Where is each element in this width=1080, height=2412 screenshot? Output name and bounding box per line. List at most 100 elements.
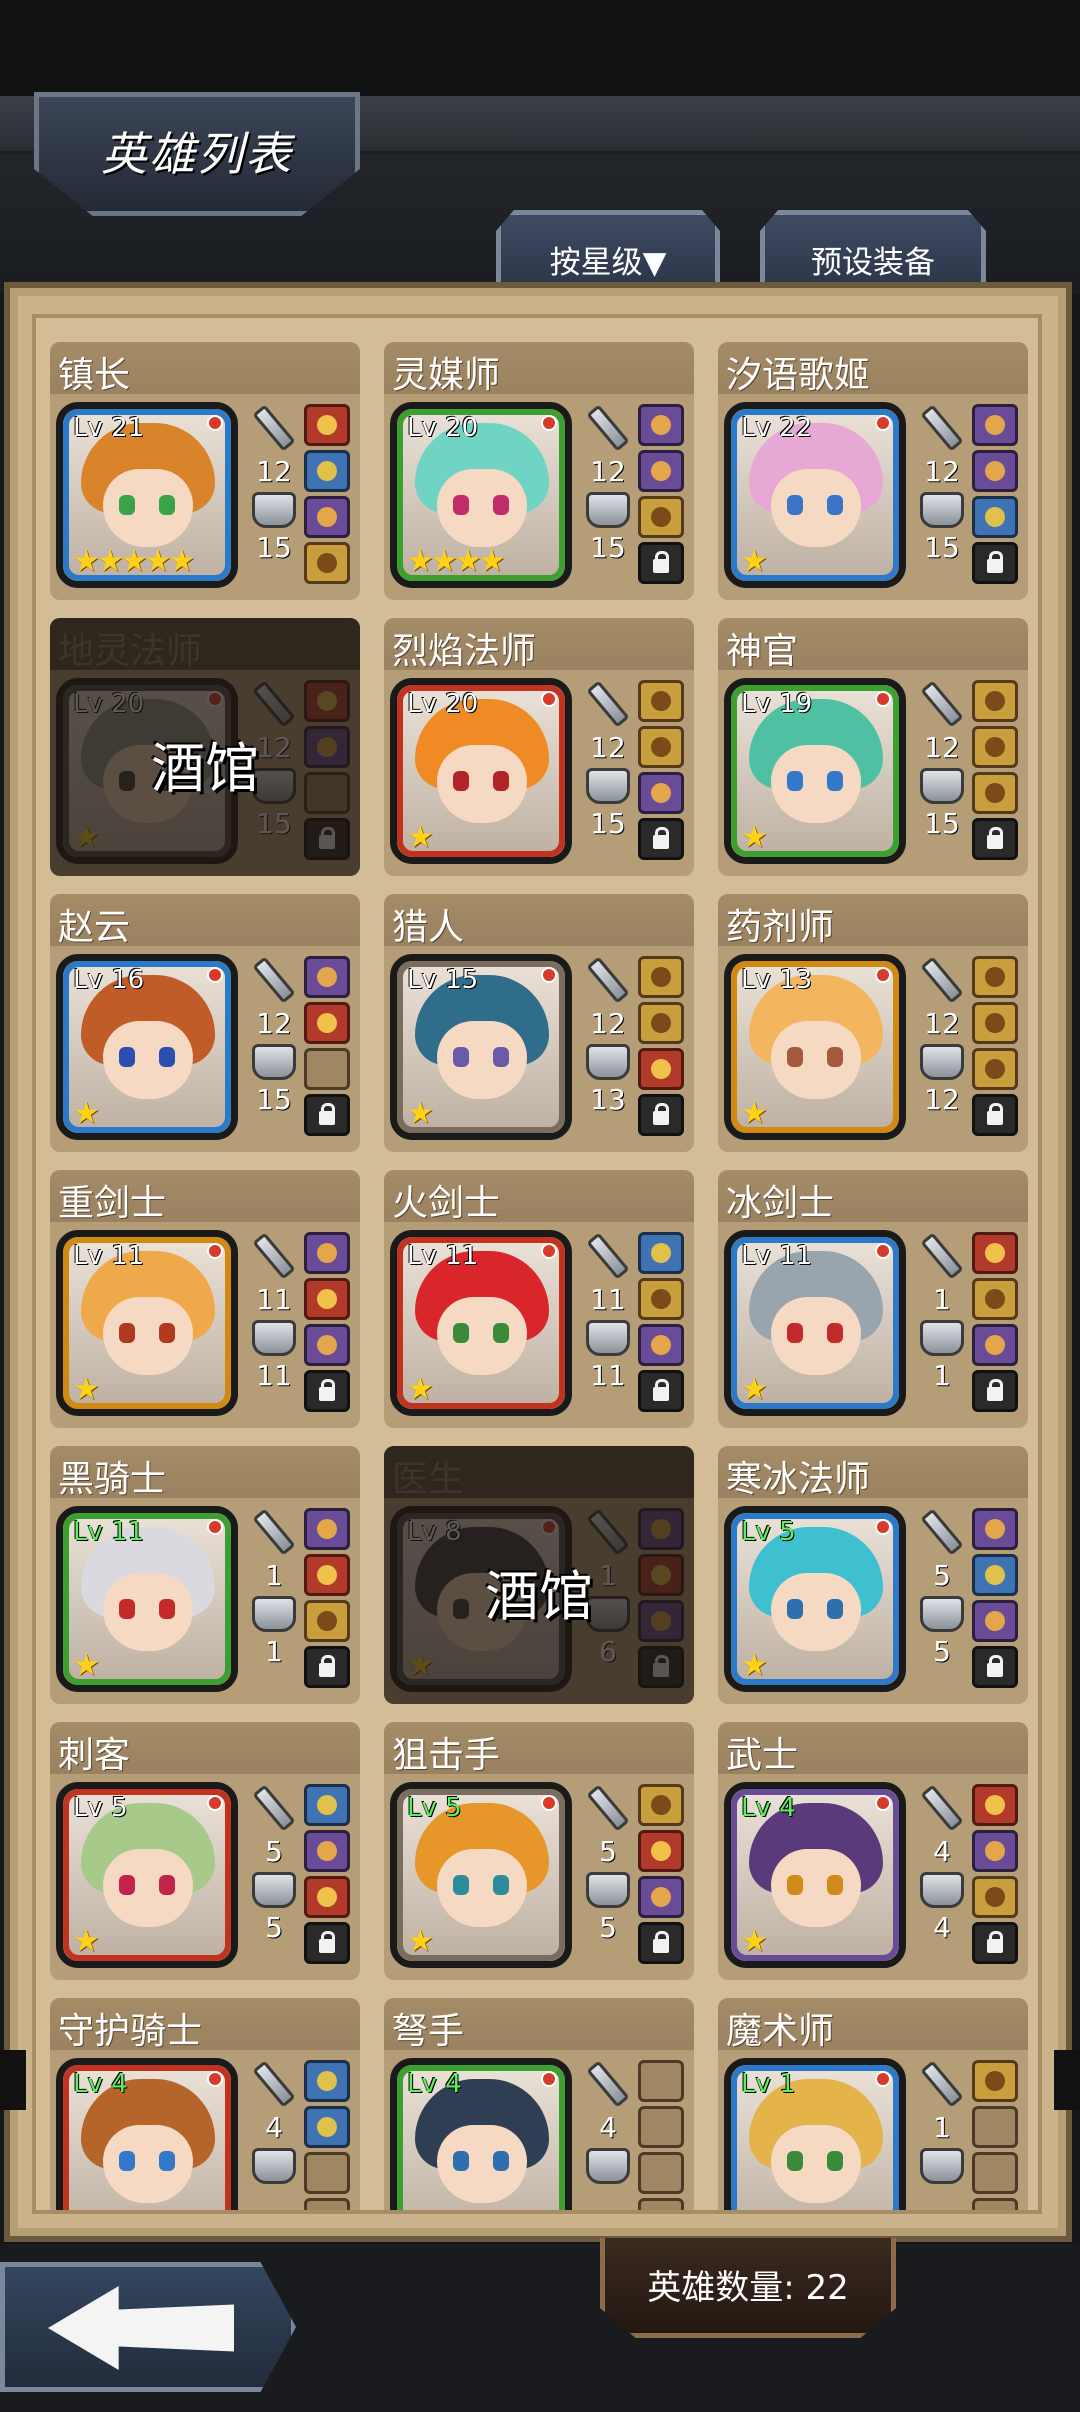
equipment-slot[interactable] [972, 772, 1018, 814]
equipment-slot[interactable] [972, 956, 1018, 998]
empty-equipment-slot[interactable] [972, 2198, 1018, 2210]
equipment-slot[interactable] [638, 726, 684, 768]
hero-card[interactable]: 地灵法师 Lv 20 ★ 12 15 酒馆 [50, 618, 360, 876]
equipment-slot[interactable] [638, 1002, 684, 1044]
hero-portrait[interactable]: Lv 4 ★ [724, 1782, 906, 1968]
empty-equipment-slot[interactable] [638, 2060, 684, 2102]
hero-card[interactable]: 火剑士 Lv 11 ★ 11 11 [384, 1170, 694, 1428]
equipment-slot[interactable] [638, 680, 684, 722]
equipment-slot[interactable] [972, 1876, 1018, 1918]
locked-slot-icon[interactable] [638, 1922, 684, 1964]
locked-slot-icon[interactable] [972, 1370, 1018, 1412]
empty-equipment-slot[interactable] [304, 2152, 350, 2194]
equipment-slot[interactable] [304, 1876, 350, 1918]
locked-slot-icon[interactable] [638, 1370, 684, 1412]
locked-slot-icon[interactable] [304, 1646, 350, 1688]
equipment-slot[interactable] [638, 1830, 684, 1872]
hero-portrait[interactable]: Lv 11 ★ [390, 1230, 572, 1416]
equipment-slot[interactable] [638, 772, 684, 814]
hero-portrait[interactable]: Lv 5 ★ [724, 1506, 906, 1692]
equipment-slot[interactable] [972, 1508, 1018, 1550]
equipment-slot[interactable] [638, 956, 684, 998]
equipment-slot[interactable] [638, 1048, 684, 1090]
empty-equipment-slot[interactable] [972, 2106, 1018, 2148]
equipment-slot[interactable] [304, 450, 350, 492]
hero-card[interactable]: 狙击手 Lv 5 ★ 5 5 [384, 1722, 694, 1980]
hero-card[interactable]: 刺客 Lv 5 ★ 5 5 [50, 1722, 360, 1980]
locked-slot-icon[interactable] [972, 818, 1018, 860]
equipment-slot[interactable] [304, 1508, 350, 1550]
hero-card[interactable]: 弩手 Lv 4 4 [384, 1998, 694, 2210]
locked-slot-icon[interactable] [638, 1094, 684, 1136]
locked-slot-icon[interactable] [972, 1094, 1018, 1136]
hero-card[interactable]: 武士 Lv 4 ★ 4 4 [718, 1722, 1028, 1980]
hero-card[interactable]: 医生 Lv 8 ★ 1 6 酒馆 [384, 1446, 694, 1704]
equipment-slot[interactable] [304, 1002, 350, 1044]
hero-portrait[interactable]: Lv 20 ★★★★ [390, 402, 572, 588]
hero-card[interactable]: 魔术师 Lv 1 1 [718, 1998, 1028, 2210]
equipment-slot[interactable] [638, 1876, 684, 1918]
equipment-slot[interactable] [304, 1600, 350, 1642]
empty-equipment-slot[interactable] [638, 2198, 684, 2210]
locked-slot-icon[interactable] [638, 818, 684, 860]
hero-portrait[interactable]: Lv 11 ★ [56, 1230, 238, 1416]
equipment-slot[interactable] [304, 1324, 350, 1366]
locked-slot-icon[interactable] [972, 542, 1018, 584]
hero-card[interactable]: 神官 Lv 19 ★ 12 15 [718, 618, 1028, 876]
empty-equipment-slot[interactable] [972, 2152, 1018, 2194]
hero-portrait[interactable]: Lv 11 ★ [724, 1230, 906, 1416]
equipment-slot[interactable] [304, 2060, 350, 2102]
empty-equipment-slot[interactable] [638, 2106, 684, 2148]
equipment-slot[interactable] [638, 496, 684, 538]
equipment-slot[interactable] [972, 726, 1018, 768]
equipment-slot[interactable] [972, 1324, 1018, 1366]
hero-card[interactable]: 重剑士 Lv 11 ★ 11 11 [50, 1170, 360, 1428]
equipment-slot[interactable] [972, 2060, 1018, 2102]
equipment-slot[interactable] [972, 1600, 1018, 1642]
hero-card[interactable]: 烈焰法师 Lv 20 ★ 12 15 [384, 618, 694, 876]
equipment-slot[interactable] [638, 1232, 684, 1274]
hero-portrait[interactable]: Lv 5 ★ [56, 1782, 238, 1968]
equipment-slot[interactable] [972, 1784, 1018, 1826]
hero-card[interactable]: 冰剑士 Lv 11 ★ 1 1 [718, 1170, 1028, 1428]
hero-card[interactable]: 寒冰法师 Lv 5 ★ 5 5 [718, 1446, 1028, 1704]
hero-portrait[interactable]: Lv 16 ★ [56, 954, 238, 1140]
equipment-slot[interactable] [972, 1232, 1018, 1274]
equipment-slot[interactable] [638, 1278, 684, 1320]
hero-card[interactable]: 汐语歌姬 Lv 22 ★ 12 15 [718, 342, 1028, 600]
hero-portrait[interactable]: Lv 20 ★ [390, 678, 572, 864]
equipment-slot[interactable] [972, 1830, 1018, 1872]
hero-card[interactable]: 灵媒师 Lv 20 ★★★★ 12 15 [384, 342, 694, 600]
equipment-slot[interactable] [304, 1278, 350, 1320]
hero-portrait[interactable]: Lv 19 ★ [724, 678, 906, 864]
equipment-slot[interactable] [304, 404, 350, 446]
locked-slot-icon[interactable] [972, 1922, 1018, 1964]
equipment-slot[interactable] [972, 1278, 1018, 1320]
equipment-slot[interactable] [304, 1830, 350, 1872]
equipment-slot[interactable] [972, 1554, 1018, 1596]
hero-portrait[interactable]: Lv 1 [724, 2058, 906, 2210]
equipment-slot[interactable] [972, 1002, 1018, 1044]
hero-portrait[interactable]: Lv 13 ★ [724, 954, 906, 1140]
equipment-slot[interactable] [304, 496, 350, 538]
hero-portrait[interactable]: Lv 4 [390, 2058, 572, 2210]
equipment-slot[interactable] [304, 1554, 350, 1596]
hero-card[interactable]: 猎人 Lv 15 ★ 12 13 [384, 894, 694, 1152]
empty-equipment-slot[interactable] [638, 2152, 684, 2194]
equipment-slot[interactable] [304, 1784, 350, 1826]
hero-portrait[interactable]: Lv 4 [56, 2058, 238, 2210]
locked-slot-icon[interactable] [304, 1922, 350, 1964]
hero-card[interactable]: 药剂师 Lv 13 ★ 12 12 [718, 894, 1028, 1152]
hero-portrait[interactable]: Lv 21 ★★★★★ [56, 402, 238, 588]
equipment-slot[interactable] [638, 450, 684, 492]
equipment-slot[interactable] [972, 496, 1018, 538]
hero-card[interactable]: 赵云 Lv 16 ★ 12 15 [50, 894, 360, 1152]
empty-equipment-slot[interactable] [304, 1048, 350, 1090]
equipment-slot[interactable] [972, 680, 1018, 722]
hero-portrait[interactable]: Lv 11 ★ [56, 1506, 238, 1692]
empty-equipment-slot[interactable] [304, 2198, 350, 2210]
hero-portrait[interactable]: Lv 15 ★ [390, 954, 572, 1140]
equipment-slot[interactable] [304, 542, 350, 584]
equipment-slot[interactable] [972, 404, 1018, 446]
equipment-slot[interactable] [972, 450, 1018, 492]
